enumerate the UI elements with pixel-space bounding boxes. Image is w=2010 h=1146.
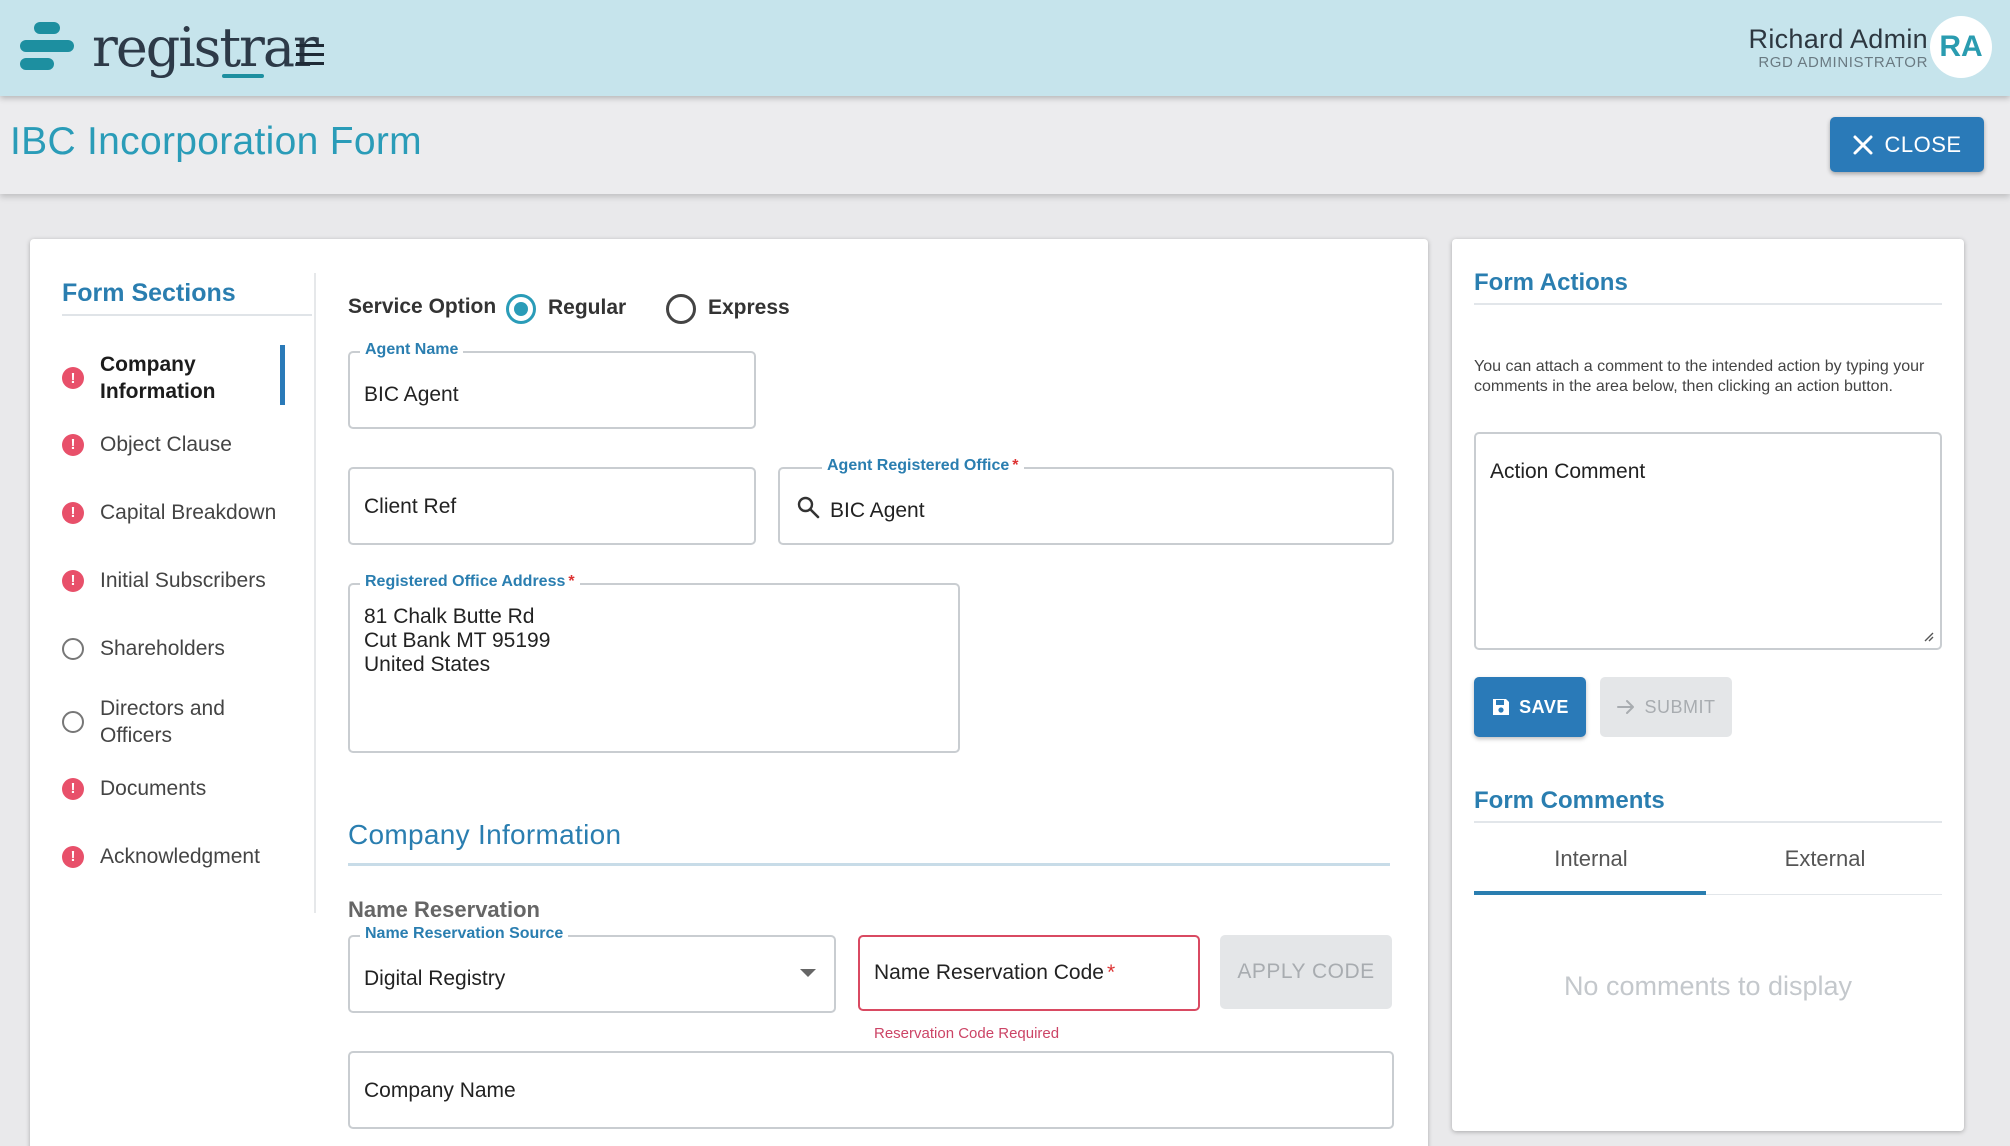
tab-external[interactable]: External: [1708, 823, 1942, 895]
section-item-shareholders[interactable]: Shareholders: [62, 635, 312, 662]
name-reservation-source-label: Name Reservation Source: [360, 925, 569, 943]
agent-name-field[interactable]: Agent Name BIC Agent: [348, 341, 756, 429]
section-item-directors-and-officers[interactable]: Directors and Officers: [62, 695, 312, 749]
company-information-heading: Company Information: [348, 819, 622, 850]
form-comments-title: Form Comments: [1474, 787, 1665, 814]
logo-text: registrar: [92, 16, 319, 79]
form-card: Form Sections ! Company Information ! Ob…: [30, 239, 1428, 1146]
registered-office-address-value: 81 Chalk Butte Rd Cut Bank MT 95199 Unit…: [364, 605, 551, 676]
section-item-label: Company Information: [100, 353, 216, 403]
radio-regular[interactable]: [506, 294, 536, 324]
close-icon: [1853, 135, 1873, 154]
name-reservation-code-field[interactable]: Name Reservation Code *: [858, 935, 1200, 1011]
agent-registered-office-field[interactable]: Agent Registered Office * BIC Agent: [778, 457, 1394, 545]
error-icon: !: [62, 569, 84, 592]
active-tab-indicator: [1474, 891, 1706, 895]
logo-underline: [222, 74, 264, 78]
service-option-label: Service Option: [348, 295, 497, 318]
agent-registered-office-value: BIC Agent: [830, 499, 925, 522]
section-item-label: Initial Subscribers: [100, 569, 266, 592]
reservation-code-error: Reservation Code Required: [874, 1025, 1060, 1042]
section-item-company-information[interactable]: ! Company Information: [62, 351, 312, 405]
section-item-object-clause[interactable]: ! Object Clause: [62, 431, 312, 458]
registered-office-address-field[interactable]: Registered Office Address * 81 Chalk Butt…: [348, 573, 960, 753]
empty-circle-icon: [62, 711, 84, 733]
top-app-bar: registrar Richard Admin RGD ADMINISTRATO…: [0, 0, 2010, 96]
resize-handle-icon[interactable]: [1922, 630, 1934, 642]
search-icon: [797, 496, 820, 519]
close-button-label: CLOSE: [1884, 131, 1962, 157]
divider: [348, 863, 1390, 866]
error-icon: !: [62, 501, 84, 524]
action-comment-placeholder: Action Comment: [1490, 460, 1646, 483]
section-item-capital-breakdown[interactable]: ! Capital Breakdown: [62, 499, 312, 526]
agent-name-value: BIC Agent: [364, 383, 459, 406]
name-reservation-source-value: Digital Registry: [364, 967, 506, 990]
divider: [1474, 303, 1942, 305]
registrar-logo[interactable]: registrar: [20, 16, 319, 82]
user-name: Richard Admin: [1748, 24, 1928, 54]
divider: [62, 314, 312, 316]
company-name-placeholder: Company Name: [364, 1079, 516, 1102]
divider: [314, 273, 316, 913]
error-icon: !: [62, 367, 84, 389]
section-item-label: Capital Breakdown: [100, 501, 277, 524]
radio-express[interactable]: [666, 294, 696, 324]
apply-code-button[interactable]: APPLY CODE: [1220, 935, 1392, 1009]
form-actions-card: Form Actions You can attach a comment to…: [1452, 239, 1964, 1131]
submit-button[interactable]: SUBMIT: [1600, 677, 1732, 737]
agent-registered-office-label: Agent Registered Office *: [822, 457, 1024, 475]
error-icon: !: [62, 845, 84, 868]
form-sections-title: Form Sections: [62, 279, 236, 307]
tab-internal[interactable]: Internal: [1474, 823, 1708, 895]
save-icon: [1493, 699, 1510, 715]
page-title: IBC Incorporation Form: [10, 120, 422, 163]
agent-name-label: Agent Name: [360, 341, 464, 359]
name-reservation-code-placeholder: Name Reservation Code *: [874, 961, 1116, 984]
section-item-label: Acknowledgment: [100, 845, 260, 868]
menu-icon[interactable]: [296, 44, 326, 66]
section-item-label: Directors and Officers: [100, 697, 225, 747]
error-icon: !: [62, 777, 84, 800]
error-icon: !: [62, 433, 84, 456]
registered-office-address-label: Registered Office Address *: [360, 573, 580, 591]
name-reservation-source-select[interactable]: Name Reservation Source Digital Registry: [348, 925, 836, 1013]
submit-button-label: SUBMIT: [1644, 696, 1716, 717]
logo-mark-icon: [20, 22, 78, 70]
close-button[interactable]: CLOSE: [1830, 117, 1984, 172]
action-comment-textarea[interactable]: Action Comment: [1474, 432, 1942, 650]
form-actions-title: Form Actions: [1474, 269, 1628, 296]
no-comments-message: No comments to display: [1563, 971, 1853, 1001]
section-item-acknowledgment[interactable]: ! Acknowledgment: [62, 843, 312, 870]
name-reservation-heading: Name Reservation: [348, 897, 540, 922]
section-item-label: Shareholders: [100, 637, 225, 660]
company-name-field[interactable]: Company Name: [348, 1051, 1394, 1129]
section-item-label: Object Clause: [100, 433, 232, 456]
page-header: IBC Incorporation Form CLOSE: [0, 96, 2010, 194]
section-item-documents[interactable]: ! Documents: [62, 775, 312, 802]
client-ref-field[interactable]: Client Ref: [348, 467, 756, 545]
radio-regular-label: Regular: [548, 296, 627, 319]
save-button-label: SAVE: [1519, 696, 1569, 717]
empty-circle-icon: [62, 637, 84, 660]
section-item-initial-subscribers[interactable]: ! Initial Subscribers: [62, 567, 312, 594]
user-role: RGD ADMINISTRATOR: [1758, 54, 1928, 71]
chevron-down-icon: [800, 969, 816, 977]
avatar[interactable]: RA: [1930, 16, 1992, 78]
form-actions-help-text: You can attach a comment to the intended…: [1474, 358, 1925, 395]
radio-express-label: Express: [708, 296, 790, 319]
save-button[interactable]: SAVE: [1474, 677, 1586, 737]
client-ref-placeholder: Client Ref: [364, 495, 457, 518]
arrow-right-icon: [1617, 700, 1635, 714]
section-item-label: Documents: [100, 777, 207, 800]
